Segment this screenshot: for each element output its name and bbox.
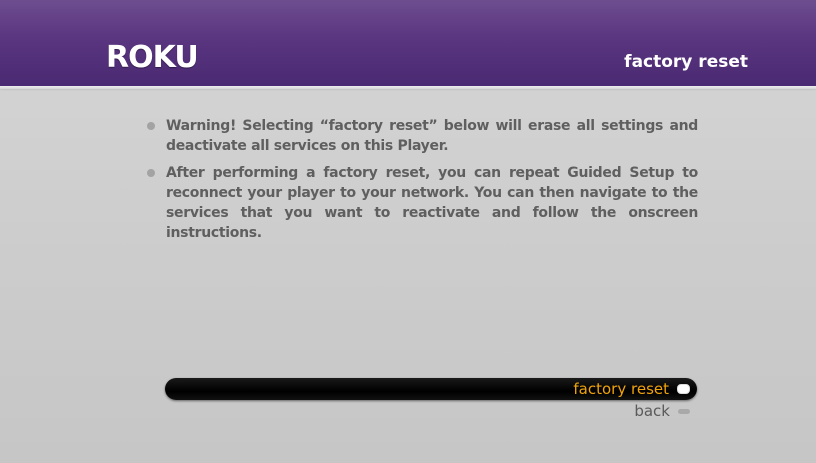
- back-label: back: [634, 402, 670, 420]
- header-bar: ROKU factory reset: [0, 0, 816, 86]
- factory-reset-label: factory reset: [573, 380, 669, 398]
- info-text: Warning! Selecting “factory reset” below…: [146, 116, 698, 250]
- selected-pill-icon: [677, 384, 690, 394]
- warning-text: Warning! Selecting “factory reset” below…: [166, 118, 698, 154]
- instructions-bullet: After performing a factory reset, you ca…: [146, 163, 698, 243]
- header-divider: [0, 86, 816, 89]
- options-menu: factory reset back: [165, 378, 697, 422]
- roku-screen: ROKU factory reset Warning! Selecting “f…: [0, 0, 816, 463]
- page-title: factory reset: [624, 52, 748, 72]
- pill-indicator-icon: [678, 409, 690, 414]
- roku-logo: ROKU: [106, 40, 199, 75]
- factory-reset-button[interactable]: factory reset: [165, 378, 697, 400]
- back-button[interactable]: back: [165, 400, 697, 422]
- instructions-text: After performing a factory reset, you ca…: [166, 165, 698, 241]
- warning-bullet: Warning! Selecting “factory reset” below…: [146, 116, 698, 156]
- bullet-dot-icon: [147, 169, 155, 177]
- bullet-dot-icon: [147, 122, 155, 130]
